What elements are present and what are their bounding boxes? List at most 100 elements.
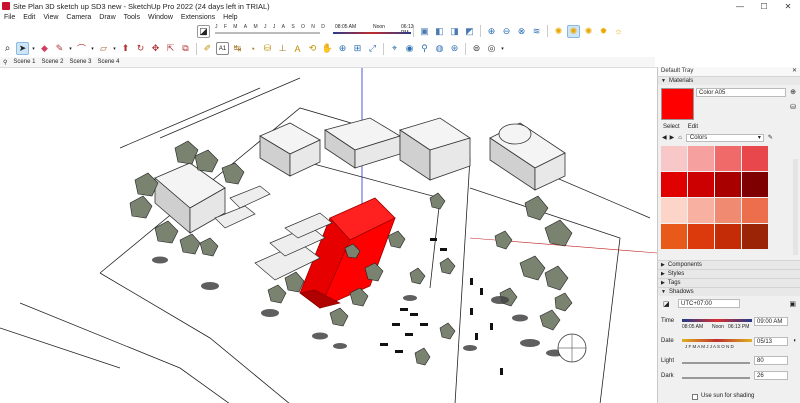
color-swatch[interactable] xyxy=(715,146,741,171)
axes-icon[interactable]: ⊥ xyxy=(276,42,289,55)
sun-outline-icon[interactable]: ☼ xyxy=(612,25,625,38)
pan-icon[interactable]: ✋ xyxy=(321,42,334,55)
protractor-icon[interactable]: ◔ xyxy=(246,42,259,55)
zoom-extents-icon[interactable]: ⊕ xyxy=(485,25,498,38)
tags-header[interactable]: ▶ Tags xyxy=(658,278,800,287)
next-view-icon[interactable]: ⊗ xyxy=(515,25,528,38)
zoom-icon[interactable]: ⊕ xyxy=(336,42,349,55)
light-field[interactable]: 80 xyxy=(754,356,788,365)
shadow-toggle-icon[interactable]: ◪ xyxy=(663,300,670,308)
back-arrow-icon[interactable]: ◀ xyxy=(662,134,667,141)
layout-icon[interactable]: ⊛ xyxy=(448,42,461,55)
color-swatch[interactable] xyxy=(742,146,768,171)
3d-text-icon[interactable]: A xyxy=(291,42,304,55)
menu-help[interactable]: Help xyxy=(219,14,241,21)
shadows-toggle-icon[interactable]: ◪ xyxy=(197,24,210,38)
light-slider[interactable] xyxy=(682,362,750,364)
previous-view-icon[interactable]: ⊖ xyxy=(500,25,513,38)
rotate-icon[interactable]: ↻ xyxy=(134,42,147,55)
building[interactable] xyxy=(324,117,401,169)
search-icon[interactable]: ⌕ xyxy=(1,42,14,55)
collection-dropdown[interactable]: Colors ▾ xyxy=(685,133,764,142)
modeling-viewport[interactable] xyxy=(0,67,657,403)
tab-edit[interactable]: Edit xyxy=(688,124,698,130)
menu-tools[interactable]: Tools xyxy=(120,14,144,21)
chevron-down-icon[interactable]: ▾ xyxy=(500,42,505,55)
date-stepper-icon[interactable]: ◐ xyxy=(793,338,797,344)
sample-paint-icon[interactable]: ✎ xyxy=(768,134,773,141)
menu-extensions[interactable]: Extensions xyxy=(177,14,219,21)
dimension-icon[interactable]: ↹ xyxy=(231,42,244,55)
tape-measure-icon[interactable]: ✐ xyxy=(201,42,214,55)
tray-close-icon[interactable]: ✕ xyxy=(792,67,797,74)
tab-scene-2[interactable]: Scene 2 xyxy=(38,59,66,65)
building[interactable] xyxy=(399,117,471,181)
color-swatch[interactable] xyxy=(688,198,714,223)
look-around-icon[interactable]: ◉ xyxy=(403,42,416,55)
walk-icon[interactable]: ⚲ xyxy=(418,42,431,55)
color-swatch[interactable] xyxy=(715,198,741,223)
tab-select[interactable]: Select xyxy=(663,124,680,130)
scene-pin-icon[interactable]: ⚲ xyxy=(0,59,10,66)
materials-header[interactable]: ▼ Materials xyxy=(658,76,800,85)
use-sun-checkbox[interactable] xyxy=(692,394,698,400)
chevron-down-icon[interactable]: ▾ xyxy=(90,42,95,55)
sun-active-icon[interactable]: ✺ xyxy=(567,24,580,38)
menu-view[interactable]: View xyxy=(39,14,62,21)
text-tool-icon[interactable]: A1 xyxy=(216,42,229,55)
color-swatch[interactable] xyxy=(742,198,768,223)
site-model-canvas[interactable] xyxy=(0,68,657,403)
time-field[interactable]: 09:00 AM xyxy=(754,317,788,326)
color-swatch[interactable] xyxy=(742,172,768,197)
date-slider[interactable] xyxy=(682,339,752,342)
push-pull-icon[interactable]: ⬆ xyxy=(119,42,132,55)
rectangle-tool-icon[interactable]: ▱ xyxy=(97,42,110,55)
scale-icon[interactable]: ⇱ xyxy=(164,42,177,55)
tab-scene-1[interactable]: Scene 1 xyxy=(10,59,38,65)
color-swatch[interactable] xyxy=(661,146,687,171)
maximize-button[interactable]: ☐ xyxy=(752,0,776,12)
line-tool-icon[interactable]: ✎ xyxy=(53,42,66,55)
move-icon[interactable]: ✥ xyxy=(149,42,162,55)
chevron-down-icon[interactable]: ▾ xyxy=(31,42,36,55)
arc-tool-icon[interactable]: ⌒ xyxy=(75,42,88,55)
close-button[interactable]: ✕ xyxy=(776,0,800,12)
menu-file[interactable]: File xyxy=(0,14,19,21)
forward-arrow-icon[interactable]: ▶ xyxy=(670,134,675,141)
color-swatch[interactable] xyxy=(661,172,687,197)
menu-camera[interactable]: Camera xyxy=(62,14,95,21)
tab-scene-3[interactable]: Scene 3 xyxy=(66,59,94,65)
create-material-icon[interactable]: ⊕ xyxy=(790,88,796,96)
timezone-dropdown[interactable]: UTC+07:00 xyxy=(678,299,740,308)
color-swatch[interactable] xyxy=(688,224,714,249)
building[interactable] xyxy=(489,122,566,191)
color-swatch[interactable] xyxy=(688,146,714,171)
chevron-down-icon[interactable]: ▾ xyxy=(112,42,117,55)
section-fill-icon[interactable]: ◩ xyxy=(463,25,476,38)
position-camera-icon[interactable]: ⌖ xyxy=(388,42,401,55)
color-swatch[interactable] xyxy=(715,224,741,249)
zoom-window-icon[interactable]: ⊞ xyxy=(351,42,364,55)
time-slider[interactable] xyxy=(682,319,752,322)
color-swatch[interactable] xyxy=(742,224,768,249)
building[interactable] xyxy=(259,122,321,177)
sun-medium-icon[interactable]: ✺ xyxy=(582,25,595,38)
paint-bucket-icon[interactable]: ⛁ xyxy=(261,42,274,55)
color-swatch[interactable] xyxy=(661,198,687,223)
minimize-button[interactable]: — xyxy=(728,0,752,12)
section-plane-icon[interactable]: ▣ xyxy=(418,25,431,38)
styles-header[interactable]: ▶ Styles xyxy=(658,269,800,278)
account-icon[interactable]: ◎ xyxy=(485,42,498,55)
shadow-settings-icon[interactable]: ▣ xyxy=(789,300,796,308)
extension-warehouse-icon[interactable]: ⊜ xyxy=(470,42,483,55)
sun-large-icon[interactable]: ✹ xyxy=(597,25,610,38)
dark-field[interactable]: 26 xyxy=(754,371,788,380)
swatch-scrollbar[interactable] xyxy=(793,159,798,255)
menu-draw[interactable]: Draw xyxy=(95,14,119,21)
current-material-swatch[interactable] xyxy=(661,88,694,120)
dark-slider[interactable] xyxy=(682,377,750,379)
color-swatch[interactable] xyxy=(661,224,687,249)
date-field[interactable]: 05/13 xyxy=(754,337,788,346)
menu-window[interactable]: Window xyxy=(144,14,177,21)
eraser-icon[interactable]: ◆ xyxy=(38,42,51,55)
